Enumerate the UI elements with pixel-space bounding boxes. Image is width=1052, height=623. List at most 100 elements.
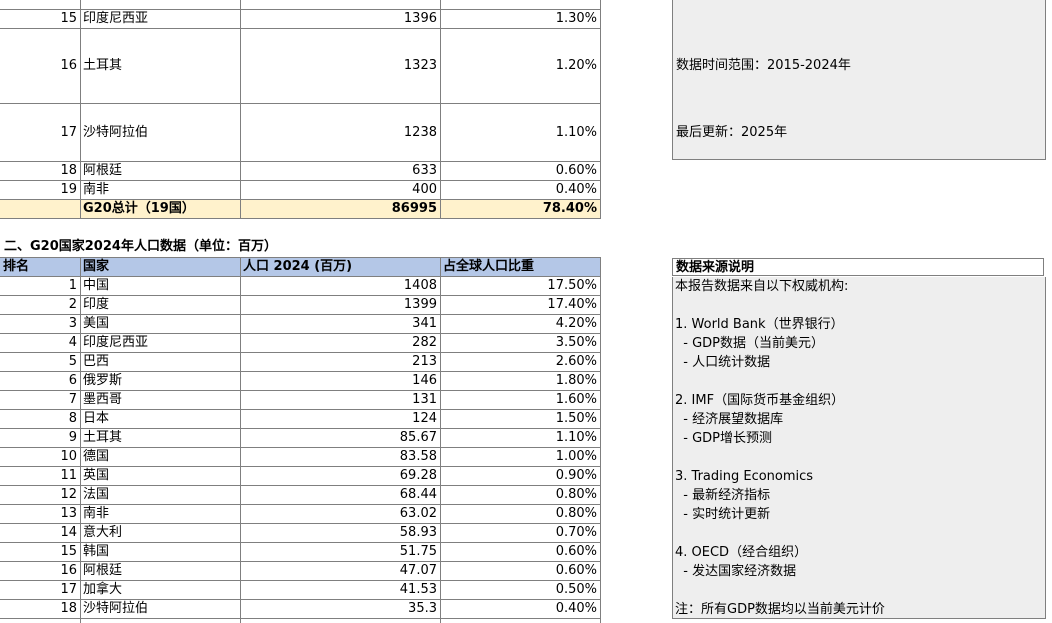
pop-rank-cell[interactable]: 18 [0,600,77,618]
pop-share-cell[interactable]: 0.50% [440,581,597,599]
pop-country-cell[interactable]: 德国 [83,448,109,466]
top-country-cell[interactable]: 南非 [83,181,109,199]
pop-share-cell[interactable]: 0.90% [440,467,597,485]
pop-country-cell[interactable]: 印度尼西亚 [83,334,148,352]
pop-country-cell[interactable]: 美国 [83,315,109,333]
total-label-cell[interactable]: G20总计（19国） [83,200,195,218]
pop-value-cell[interactable]: 35.3 [240,600,437,618]
top-country-cell[interactable]: 印度尼西亚 [83,10,148,28]
pop-value-cell[interactable]: 63.02 [240,505,437,523]
top-pct-cell[interactable]: 0.60% [440,162,597,180]
pop-value-cell[interactable]: 83.58 [240,448,437,466]
pop-rank-cell[interactable]: 8 [0,410,77,428]
pop-rank-cell[interactable]: 14 [0,524,77,542]
pop-country-cell[interactable]: 土耳其 [83,429,122,447]
pop-rank-cell[interactable]: 13 [0,505,77,523]
top-pct-cell[interactable]: 1.20% [440,57,597,75]
pop-country-cell[interactable]: 意大利 [83,524,122,542]
pop-value-cell[interactable]: 1408 [240,277,437,295]
top-rank-cell[interactable]: 19 [0,181,77,199]
top-pct-cell[interactable]: 0.40% [440,181,597,199]
pop-share-cell[interactable]: 0.80% [440,486,597,504]
top-pct-cell[interactable]: 1.30% [440,10,597,28]
pop-value-cell[interactable]: 341 [240,315,437,333]
top-rank-cell[interactable]: 18 [0,162,77,180]
pop-rank-cell[interactable]: 9 [0,429,77,447]
pop-country-cell[interactable]: 南非 [83,505,109,523]
pop-share-cell[interactable]: 17.50% [440,277,597,295]
pop-value-cell[interactable]: 68.44 [240,486,437,504]
top-country-cell[interactable]: 阿根廷 [83,162,122,180]
pop-country-cell[interactable]: 墨西哥 [83,391,122,409]
pop-value-cell[interactable]: 131 [240,391,437,409]
top-pct-cell[interactable]: 1.10% [440,124,597,142]
pop-rank-cell[interactable]: 1 [0,277,77,295]
pop-value-cell[interactable]: 85.67 [240,429,437,447]
pop-value-cell[interactable]: 124 [240,410,437,428]
top-rank-cell[interactable]: 17 [0,124,77,142]
pop-value-cell[interactable]: 41.53 [240,581,437,599]
pop-value-cell[interactable]: 146 [240,372,437,390]
pop-share-cell[interactable]: 0.40% [440,600,597,618]
pop-country-cell[interactable]: 印度 [83,296,109,314]
pop-country-cell[interactable]: 中国 [83,277,109,295]
pop-value-cell[interactable]: 1399 [240,296,437,314]
total-value-cell[interactable]: 86995 [240,200,437,218]
pop-country-cell[interactable]: 日本 [83,410,109,428]
top-rank-cell[interactable]: 16 [0,57,77,75]
pop-value-cell[interactable]: 47.07 [240,562,437,580]
pop-rank-cell[interactable]: 15 [0,543,77,561]
pop-rank-cell[interactable]: 16 [0,562,77,580]
pop-share-cell[interactable]: 0.60% [440,543,597,561]
pop-rank-cell[interactable]: 6 [0,372,77,390]
pop-country-cell[interactable]: 韩国 [83,543,109,561]
pop-rank-cell[interactable]: 7 [0,391,77,409]
top-value-cell[interactable]: 1238 [240,124,437,142]
pop-share-cell[interactable]: 17.40% [440,296,597,314]
pop-rank-cell[interactable]: 17 [0,581,77,599]
pop-share-cell[interactable]: 2.60% [440,353,597,371]
pop-share-cell[interactable]: 1.00% [440,448,597,466]
pop-country-cell[interactable]: 加拿大 [83,581,122,599]
pop-share-cell[interactable]: 1.80% [440,372,597,390]
pop-value-cell[interactable]: 69.28 [240,467,437,485]
pop-country-cell[interactable]: 法国 [83,486,109,504]
pop-country-cell[interactable]: 俄罗斯 [83,372,122,390]
pop-share-cell[interactable]: 0.80% [440,505,597,523]
top-value-cell[interactable]: 1323 [240,57,437,75]
header-population[interactable]: 人口 2024 (百万) [243,258,352,276]
pop-value-cell[interactable]: 58.93 [240,524,437,542]
total-pct-cell[interactable]: 78.40% [440,200,597,218]
pop-country-cell[interactable]: 阿根廷 [83,562,122,580]
pop-share-cell[interactable]: 1.60% [440,391,597,409]
section2-title[interactable]: 二、G20国家2024年人口数据（单位：百万） [4,238,277,256]
pop-share-cell[interactable]: 1.50% [440,410,597,428]
pop-share-cell[interactable]: 0.60% [440,562,597,580]
top-country-cell[interactable]: 土耳其 [83,57,122,75]
pop-rank-cell[interactable]: 10 [0,448,77,466]
header-country[interactable]: 国家 [83,258,109,276]
pop-rank-cell[interactable]: 2 [0,296,77,314]
pop-country-cell[interactable]: 英国 [83,467,109,485]
top-rank-cell[interactable]: 15 [0,10,77,28]
pop-share-cell[interactable]: 0.70% [440,524,597,542]
top-country-cell[interactable]: 沙特阿拉伯 [83,124,148,142]
pop-share-cell[interactable]: 4.20% [440,315,597,333]
pop-rank-cell[interactable]: 3 [0,315,77,333]
pop-value-cell[interactable]: 51.75 [240,543,437,561]
pop-country-cell[interactable]: 沙特阿拉伯 [83,600,148,618]
pop-value-cell[interactable]: 282 [240,334,437,352]
pop-rank-cell[interactable]: 12 [0,486,77,504]
top-value-cell[interactable]: 633 [240,162,437,180]
top-value-cell[interactable]: 400 [240,181,437,199]
pop-share-cell[interactable]: 3.50% [440,334,597,352]
pop-value-cell[interactable]: 213 [240,353,437,371]
pop-rank-cell[interactable]: 4 [0,334,77,352]
sources-title[interactable]: 数据来源说明 [672,258,1044,276]
header-share[interactable]: 占全球人口比重 [443,258,534,276]
top-value-cell[interactable]: 1396 [240,10,437,28]
pop-rank-cell[interactable]: 5 [0,353,77,371]
pop-share-cell[interactable]: 1.10% [440,429,597,447]
pop-country-cell[interactable]: 巴西 [83,353,109,371]
header-rank[interactable]: 排名 [3,258,29,276]
